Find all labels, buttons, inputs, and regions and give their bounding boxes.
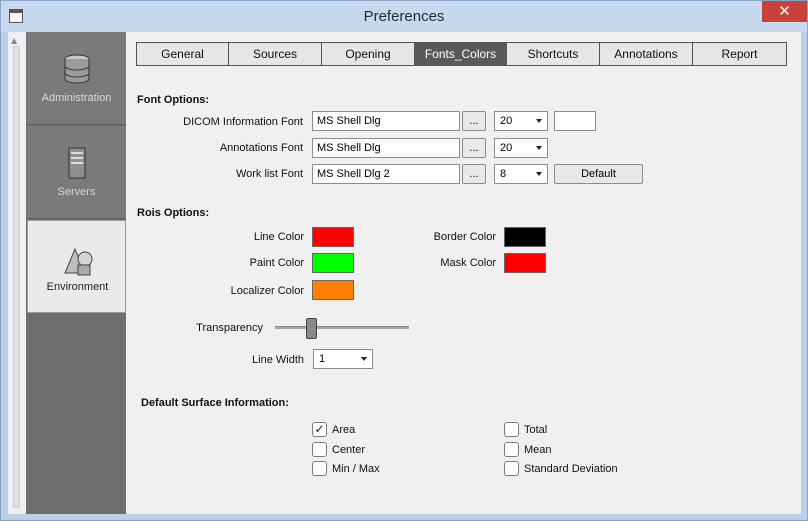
line-color-label: Line Color [253, 231, 304, 243]
transparency-slider-track[interactable] [275, 326, 409, 329]
transparency-slider-thumb[interactable] [305, 318, 317, 339]
title-bar[interactable]: Preferences ✕ [1, 1, 807, 32]
tab-annotations[interactable]: Annotations [599, 42, 693, 66]
dropdown-arrow-icon [536, 146, 542, 150]
localizer-color-swatch[interactable] [312, 280, 354, 300]
shapes-icon [64, 247, 93, 276]
tab-report[interactable]: Report [692, 42, 787, 66]
min-max-checkbox[interactable] [312, 461, 327, 476]
dicom-font-browse-button[interactable]: ... [462, 111, 486, 131]
window-title: Preferences [363, 8, 445, 25]
total-checkbox[interactable] [504, 422, 519, 437]
preferences-panel: General Sources Opening Fonts_Colors Sho… [126, 32, 801, 514]
left-scrollbar[interactable]: ▲ [8, 32, 26, 514]
surface-info-heading: Default Surface Information: [141, 397, 289, 409]
line-width-label: Line Width [252, 354, 304, 366]
line-color-swatch[interactable] [312, 227, 354, 247]
rois-options-heading: Rois Options: [137, 207, 210, 219]
annotations-font-browse-button[interactable]: ... [462, 138, 486, 158]
tab-opening[interactable]: Opening [321, 42, 415, 66]
dicom-font-size-select[interactable]: 20 [494, 111, 548, 131]
worklist-font-size-select[interactable]: 8 [494, 164, 548, 184]
transparency-label: Transparency [196, 322, 263, 334]
tab-fonts-colors[interactable]: Fonts_Colors [414, 42, 507, 66]
area-checkbox-label: Area [332, 424, 356, 436]
checkmark-icon: ✓ [314, 422, 325, 436]
mean-checkbox-label: Mean [524, 444, 552, 456]
dropdown-arrow-icon [536, 119, 542, 123]
scroll-thumb[interactable] [13, 46, 20, 508]
center-checkbox-label: Center [332, 444, 366, 456]
annotations-font-size-select[interactable]: 20 [494, 138, 548, 158]
close-button[interactable]: ✕ [762, 1, 807, 22]
dicom-font-size-value: 20 [500, 115, 513, 127]
server-icon [68, 147, 86, 179]
tab-shortcuts[interactable]: Shortcuts [506, 42, 600, 66]
nav-item-environment[interactable]: Environment [27, 220, 126, 313]
scroll-up-arrow-icon[interactable]: ▲ [11, 36, 17, 45]
annotations-font-label: Annotations Font [219, 142, 303, 154]
total-checkbox-label: Total [524, 424, 548, 436]
preferences-window: Preferences ✕ ▲ Administration Servers E… [0, 0, 808, 521]
worklist-font-size-value: 8 [500, 168, 507, 180]
worklist-font-label: Work list Font [235, 168, 303, 180]
border-color-swatch[interactable] [504, 227, 546, 247]
line-width-select[interactable]: 1 [313, 349, 373, 369]
dropdown-arrow-icon [536, 172, 542, 176]
std-dev-checkbox-label: Standard Deviation [524, 463, 618, 475]
mean-checkbox[interactable] [504, 442, 519, 457]
tab-bar: General Sources Opening Fonts_Colors Sho… [136, 42, 787, 66]
min-max-checkbox-label: Min / Max [332, 463, 380, 475]
default-font-button[interactable]: Default [554, 164, 643, 184]
nav-label-servers: Servers [57, 186, 96, 198]
paint-color-label: Paint Color [249, 257, 304, 269]
font-options-heading: Font Options: [137, 94, 210, 106]
nav-item-servers[interactable]: Servers [27, 126, 126, 219]
annotations-font-size-value: 20 [500, 142, 513, 154]
dicom-font-color-field[interactable] [554, 111, 596, 131]
line-width-value: 1 [319, 353, 326, 365]
dicom-font-label: DICOM Information Font [183, 116, 303, 128]
annotations-font-field[interactable]: MS Shell Dlg [312, 138, 460, 158]
worklist-font-browse-button[interactable]: ... [462, 164, 486, 184]
std-dev-checkbox[interactable] [504, 461, 519, 476]
nav-item-administration[interactable]: Administration [27, 32, 126, 125]
client-area: ▲ Administration Servers Environment Gen… [8, 32, 801, 514]
tab-sources[interactable]: Sources [228, 42, 322, 66]
area-checkbox[interactable]: ✓ [312, 422, 327, 437]
tab-general[interactable]: General [136, 42, 229, 66]
paint-color-swatch[interactable] [312, 253, 354, 273]
mask-color-swatch[interactable] [504, 253, 546, 273]
mask-color-label: Mask Color [440, 257, 496, 269]
category-nav: Administration Servers Environment [26, 32, 126, 514]
border-color-label: Border Color [433, 231, 496, 243]
center-checkbox[interactable] [312, 442, 327, 457]
nav-label-environment: Environment [46, 281, 109, 293]
worklist-font-field[interactable]: MS Shell Dlg 2 [312, 164, 460, 184]
dicom-font-field[interactable]: MS Shell Dlg [312, 111, 460, 131]
nav-label-administration: Administration [41, 92, 112, 104]
localizer-color-label: Localizer Color [230, 285, 304, 297]
database-icon [64, 54, 90, 84]
dropdown-arrow-icon [361, 357, 367, 361]
